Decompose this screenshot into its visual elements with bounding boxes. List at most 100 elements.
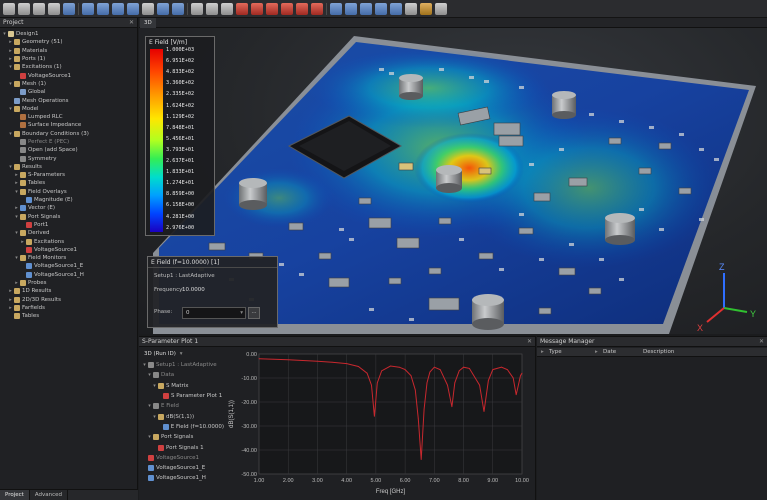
expand-icon[interactable]: ▸: [14, 180, 19, 186]
project-tree-node[interactable]: ▸ Probes: [2, 279, 137, 287]
collapse-icon[interactable]: ▾: [8, 81, 13, 87]
close-icon[interactable]: ✕: [129, 19, 134, 26]
project-tree-node[interactable]: Mesh Operations: [2, 96, 137, 104]
sparameter-chart[interactable]: 1.00 2.00 3.00 4.00 5.00 6.00 7.00 8.00 9.00 10.0…: [227, 348, 532, 500]
open-file-icon[interactable]: [18, 2, 30, 15]
new-file-icon[interactable]: [3, 2, 15, 15]
report-icon[interactable]: [330, 2, 342, 15]
port-icon[interactable]: [251, 2, 263, 15]
project-tree-node[interactable]: ▾ Boundary Conditions (3): [2, 130, 137, 138]
sparameter-tree-node[interactable]: Port Signals 1: [142, 442, 224, 452]
tab-project[interactable]: Project: [0, 490, 30, 500]
project-tree-node[interactable]: ▾ Results: [2, 163, 137, 171]
expand-icon[interactable]: ▸: [595, 348, 598, 357]
project-tree-node[interactable]: VoltageSource1: [2, 246, 137, 254]
sparameter-tree-node[interactable]: ▾ S Matrix: [142, 381, 224, 391]
expand-icon[interactable]: ▸: [8, 305, 13, 311]
project-tree-node[interactable]: ▸ Ports (1): [2, 55, 137, 63]
save-as-icon[interactable]: [48, 2, 60, 15]
collapse-icon[interactable]: ▾: [152, 414, 157, 420]
sparameter-tree-node[interactable]: ▾ Data: [142, 370, 224, 380]
project-tree-node[interactable]: ▸ Farfields: [2, 304, 137, 312]
grid-icon[interactable]: [206, 2, 218, 15]
collapse-icon[interactable]: ▾: [14, 189, 19, 195]
sparameter-tree-node[interactable]: ▾ Port Signals: [142, 432, 224, 442]
tab-3d[interactable]: 3D: [140, 18, 156, 28]
collapse-icon[interactable]: ▾: [8, 131, 13, 137]
port-icon[interactable]: [281, 2, 293, 15]
port-icon[interactable]: [311, 2, 323, 15]
report-icon[interactable]: [375, 2, 387, 15]
refresh-icon[interactable]: [63, 2, 75, 15]
mesh-icon[interactable]: [142, 2, 154, 15]
collapse-icon[interactable]: ▾: [14, 214, 19, 220]
expand-icon[interactable]: ▸: [14, 205, 19, 211]
project-tree-node[interactable]: ▸ S-Parameters: [2, 171, 137, 179]
port-icon[interactable]: [266, 2, 278, 15]
collapse-icon[interactable]: ▾: [142, 362, 147, 368]
phase-dropdown[interactable]: 0 ▾: [182, 307, 246, 319]
expand-icon[interactable]: ▸: [8, 297, 13, 303]
expand-icon[interactable]: ▸: [8, 39, 13, 45]
project-tree-node[interactable]: VoltageSource1: [2, 71, 137, 79]
project-tree-node[interactable]: Surface Impedance: [2, 121, 137, 129]
collapse-icon[interactable]: ▾: [8, 64, 13, 70]
project-tree-node[interactable]: ▸ 1D Results: [2, 287, 137, 295]
run-icon[interactable]: [172, 2, 184, 15]
phase-more-button[interactable]: ...: [248, 307, 260, 319]
node-icon[interactable]: [157, 2, 169, 15]
project-tree-node[interactable]: VoltageSource1_E: [2, 262, 137, 270]
list-icon[interactable]: [97, 2, 109, 15]
collapse-icon[interactable]: ▾: [147, 403, 152, 409]
report-icon[interactable]: [390, 2, 402, 15]
project-tree-node[interactable]: VoltageSource1_H: [2, 271, 137, 279]
column-type[interactable]: Type: [549, 348, 562, 357]
sparameter-tree-node[interactable]: S Parameter Plot 1: [142, 391, 224, 401]
project-tree-node[interactable]: ▸ Excitations: [2, 237, 137, 245]
grid-icon[interactable]: [221, 2, 233, 15]
project-tree-node[interactable]: Symmetry: [2, 154, 137, 162]
sparameter-tree-node[interactable]: ▾ dB(S(1,1)): [142, 411, 224, 421]
collapse-icon[interactable]: ▾: [14, 230, 19, 236]
expand-icon[interactable]: ▸: [20, 239, 25, 245]
project-tree-node[interactable]: ▾ Design1: [2, 30, 137, 38]
column-description[interactable]: Description: [643, 348, 674, 357]
sparameter-tree-node[interactable]: ▾ E Field: [142, 401, 224, 411]
sparameter-tree-node[interactable]: VoltageSource1_H: [142, 473, 224, 483]
arrow-icon[interactable]: [127, 2, 139, 15]
collapse-icon[interactable]: ▾: [8, 106, 13, 112]
expand-icon[interactable]: ▸: [541, 348, 544, 357]
collapse-icon[interactable]: ▾: [147, 434, 152, 440]
sparameter-tree-node[interactable]: VoltageSource1_E: [142, 463, 224, 473]
project-tree-node[interactable]: ▾ Port Signals: [2, 213, 137, 221]
project-tree-node[interactable]: Open (add Space): [2, 146, 137, 154]
project-tree-node[interactable]: ▸ Geometry (51): [2, 38, 137, 46]
project-tree-node[interactable]: Port1: [2, 221, 137, 229]
collapse-icon[interactable]: ▾: [14, 255, 19, 261]
project-tree-node[interactable]: ▾ Field Overlays: [2, 188, 137, 196]
project-tree-node[interactable]: ▸ Tables: [2, 179, 137, 187]
project-tree-node[interactable]: Global: [2, 88, 137, 96]
project-tree-node[interactable]: ▾ Model: [2, 105, 137, 113]
sparameter-tree-node[interactable]: E Field (f=10.0000): [142, 422, 224, 432]
expand-icon[interactable]: ▸: [8, 288, 13, 294]
project-tree-node[interactable]: ▾ Derived: [2, 229, 137, 237]
split-icon[interactable]: [236, 2, 248, 15]
run-id-dropdown[interactable]: 3D (Run ID) ▾: [142, 349, 226, 359]
project-tree-node[interactable]: ▸ Materials: [2, 47, 137, 55]
report-icon[interactable]: [345, 2, 357, 15]
expand-icon[interactable]: ▸: [14, 172, 19, 178]
report-icon[interactable]: [360, 2, 372, 15]
settings-icon[interactable]: [420, 2, 432, 15]
port-icon[interactable]: [296, 2, 308, 15]
project-tree-node[interactable]: ▸ 2D/3D Results: [2, 296, 137, 304]
collapse-icon[interactable]: ▾: [152, 383, 157, 389]
project-tree-node[interactable]: ▾ Excitations (1): [2, 63, 137, 71]
project-tree-node[interactable]: Lumped RLC: [2, 113, 137, 121]
3d-viewport[interactable]: 3D Z Y X E Field [V/m] 1.000E+03 6.951E+…: [139, 18, 767, 334]
project-tree-node[interactable]: Perfect E (PEC): [2, 138, 137, 146]
sparameter-tree-node[interactable]: VoltageSource1: [142, 453, 224, 463]
column-date[interactable]: Date: [603, 348, 616, 357]
save-icon[interactable]: [33, 2, 45, 15]
collapse-icon[interactable]: ▾: [8, 164, 13, 170]
